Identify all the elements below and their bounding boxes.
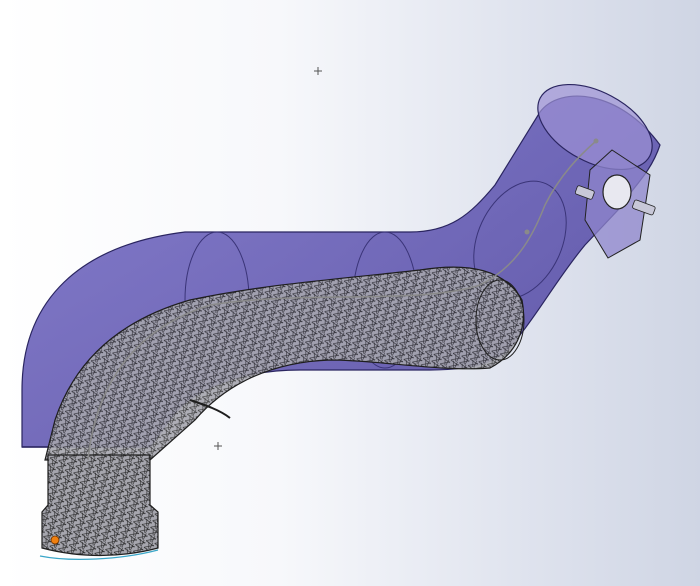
cad-viewport[interactable] <box>0 0 700 586</box>
origin-marker-icon <box>214 442 222 450</box>
centerline-endpoint[interactable] <box>593 138 599 144</box>
bracket-hole <box>602 174 632 210</box>
model-scene[interactable] <box>0 0 700 586</box>
pivot-point-icon[interactable] <box>50 535 60 545</box>
mesh-hose-collar[interactable] <box>41 454 159 557</box>
origin-marker-icon <box>314 67 322 75</box>
centerline-midpoint[interactable] <box>524 229 530 235</box>
